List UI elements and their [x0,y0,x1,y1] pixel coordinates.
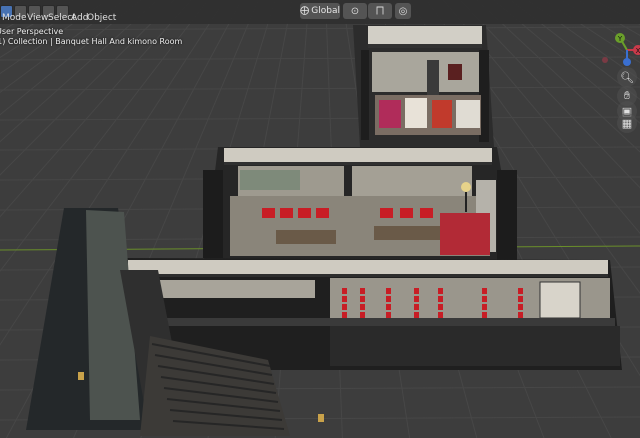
magnet-icon: ⨅ [376,5,384,17]
snapping-toggle[interactable]: ⨅ [368,3,392,19]
pivot-point-dropdown[interactable]: ⊙ [343,3,367,19]
scene-render[interactable] [0,0,640,438]
transform-orientation-dropdown[interactable]: ⨁ Global [300,3,340,19]
object-menu[interactable]: Object [83,11,120,26]
banquet-hall [203,147,517,260]
viewport-info: User Perspective (1) Collection | Banque… [0,27,182,47]
kimono-room [353,25,494,147]
view-name: User Perspective [0,27,64,36]
collection-info: (1) Collection | Banquet Hall And kimono… [0,37,183,46]
z-axis-gizmo[interactable] [623,58,631,66]
viewport-header: Mode View Select Add Object ⨁ Global ⊙ ⨅… [0,0,640,24]
pivot-icon: ⊙ [350,5,360,17]
navigation-gizmo[interactable]: Y X [596,28,640,72]
orientation-label: Global [311,6,340,16]
x-axis-label: X [636,47,640,55]
y-axis-label: Y [617,35,623,43]
proportional-editing-toggle[interactable]: ◎ [395,3,411,19]
3d-viewport[interactable] [0,0,640,438]
neg-x-gizmo[interactable] [602,57,608,63]
grid-icon[interactable]: ▦ [617,113,637,133]
zoom-icon[interactable]: 🔍︎ [617,67,637,87]
proportional-icon: ◎ [398,5,408,17]
orientation-icon: ⨁ [300,6,310,16]
